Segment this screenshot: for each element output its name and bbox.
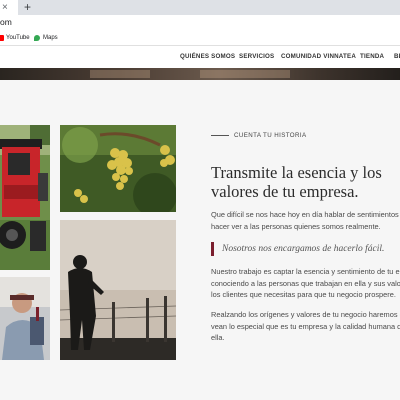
section-label: CUENTA TU HISTORIA [234, 132, 307, 139]
paragraph-2-line-1: Nuestro trabajo es captar la esencia y s… [211, 267, 400, 276]
paragraph-1-line-1: Que difícil se nos hace hoy en día habla… [211, 210, 400, 219]
quote-accent-bar [211, 242, 214, 256]
close-tab-icon[interactable]: × [2, 1, 8, 14]
nav-blog[interactable]: BL [394, 53, 400, 61]
paragraph-1-line-2: hacer ver a las personas quienes somos r… [211, 221, 381, 231]
nav-quienes-somos[interactable]: QUIÉNES SOMOS [180, 53, 235, 61]
paragraph-3-line-2: vean lo especial que es tu empresa y la … [211, 321, 400, 331]
grapes-photo [60, 125, 176, 212]
address-bar[interactable] [0, 15, 400, 31]
paragraph-2-line-2: conociendo a las personas que trabajan e… [211, 278, 400, 288]
paragraph-3-line-1: Realzando los orígenes y valores de tu n… [211, 310, 400, 319]
maps-icon[interactable] [34, 35, 40, 41]
paragraph-2-line-3: los clientes que necesitas para que tu n… [211, 290, 396, 299]
paragraph-3-line-3: ella. [211, 333, 225, 342]
youtube-icon[interactable] [0, 35, 4, 41]
highlight-quote: Nosotros nos encargamos de hacerlo fácil… [222, 244, 385, 254]
headline-line-1: Transmite la esencia y los [211, 163, 382, 182]
url-text[interactable]: om [0, 16, 12, 29]
section-label-divider [211, 135, 229, 136]
headline-line-2: valores de tu empresa. [211, 182, 359, 201]
tractor-photo [0, 125, 50, 270]
nav-comunidad-vinnatea[interactable]: COMUNIDAD VINNATEA [281, 53, 356, 61]
paragraph-3: Realzando los orígenes y valores de tu n… [211, 309, 400, 344]
page-headline: Transmite la esencia y los valores de tu… [211, 163, 400, 201]
bookmark-maps[interactable]: Maps [43, 32, 58, 44]
browser-tab-bar [0, 0, 400, 15]
nav-servicios[interactable]: SERVICIOS [239, 53, 274, 61]
new-tab-button[interactable]: + [24, 0, 31, 15]
bookmark-youtube[interactable]: YouTube [6, 32, 30, 44]
paragraph-1: Que difícil se nos hace hoy en día habla… [211, 209, 400, 232]
wine-tasting-photo [0, 277, 50, 360]
paragraph-2: Nuestro trabajo es captar la esencia y s… [211, 266, 400, 301]
bookmarks-bar [0, 31, 400, 46]
header-banner-image [0, 68, 400, 80]
vineyard-silhouette-photo [60, 220, 176, 360]
nav-tienda[interactable]: TIENDA [360, 53, 384, 61]
